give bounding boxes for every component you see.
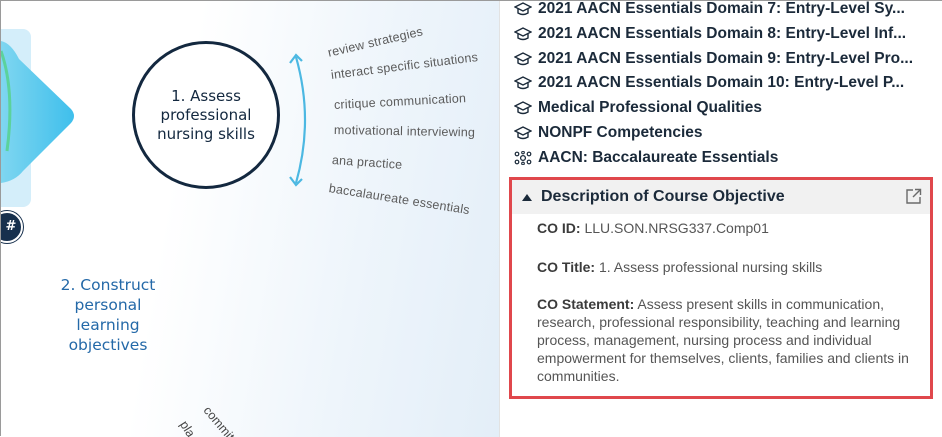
co-id-value: LLU.SON.NRSG337.Comp01 [584, 220, 769, 236]
course-objective-description: Description of Course Objective CO ID: L… [509, 177, 933, 399]
course-objective-node-2[interactable]: 2. Construct personal learning objective… [41, 275, 175, 355]
co-id-field: CO ID: LLU.SON.NRSG337.Comp01 [537, 219, 932, 237]
graduation-cap-icon [514, 2, 532, 16]
network-icon [514, 151, 532, 165]
list-item-nonpf-competencies[interactable]: NONPF Competencies [514, 121, 703, 145]
list-item-label: 2021 AACN Essentials Domain 7: Entry-Lev… [538, 0, 905, 17]
graduation-cap-icon [514, 27, 532, 41]
list-item-aacn-domain-10[interactable]: 2021 AACN Essentials Domain 10: Entry-Le… [514, 71, 904, 95]
list-item-aacn-domain-8[interactable]: 2021 AACN Essentials Domain 8: Entry-Lev… [514, 22, 906, 46]
list-item-aacn-baccalaureate-essentials[interactable]: AACN: Baccalaureate Essentials [514, 146, 778, 170]
bracket-arc-icon [289, 53, 307, 187]
description-header[interactable]: Description of Course Objective [512, 180, 930, 214]
co-statement-field: CO Statement: Assess present skills in c… [537, 295, 932, 385]
leaf-critique-communication[interactable]: critique communication [334, 91, 467, 112]
co-statement-label: CO Statement: [537, 296, 635, 312]
co-title-field: CO Title: 1. Assess professional nursing… [537, 258, 932, 276]
details-panel: 2021 AACN Essentials Domain 7: Entry-Lev… [499, 0, 942, 437]
leaf-commit[interactable]: commit [201, 404, 238, 437]
list-item-aacn-domain-7[interactable]: 2021 AACN Essentials Domain 7: Entry-Lev… [514, 0, 905, 21]
graduation-cap-icon [514, 76, 532, 90]
popout-icon[interactable] [905, 188, 922, 205]
leaf-motivational-interviewing[interactable]: motivational interviewing [334, 123, 475, 139]
list-item-label: 2021 AACN Essentials Domain 9: Entry-Lev… [538, 50, 913, 67]
graduation-cap-icon [514, 101, 532, 115]
co-title-value: 1. Assess professional nursing skills [598, 259, 823, 275]
list-item-aacn-domain-9[interactable]: 2021 AACN Essentials Domain 9: Entry-Lev… [514, 47, 913, 71]
list-item-label: NONPF Competencies [538, 124, 703, 141]
mind-map-canvas[interactable]: # 1. Assess professional nursing skills … [1, 1, 499, 437]
course-objective-node[interactable]: 1. Assess professional nursing skills [132, 41, 280, 189]
hash-badge[interactable]: # [1, 211, 23, 243]
list-item-medical-professional-qualities[interactable]: Medical Professional Qualities [514, 96, 762, 120]
collapse-triangle-icon[interactable] [522, 193, 532, 201]
leaf-ana-practice[interactable]: ana practice [332, 153, 403, 172]
leaf-pla[interactable]: pla [177, 418, 198, 437]
arrow-node-icon[interactable] [1, 31, 76, 201]
graduation-cap-icon [514, 52, 532, 66]
description-title: Description of Course Objective [541, 188, 785, 205]
co-id-label: CO ID: [537, 220, 581, 236]
list-item-label: Medical Professional Qualities [538, 99, 762, 116]
leaf-baccalaureate-essentials[interactable]: baccalaureate essentials [328, 181, 471, 217]
list-item-label: AACN: Baccalaureate Essentials [538, 149, 779, 166]
list-item-label: 2021 AACN Essentials Domain 8: Entry-Lev… [538, 25, 907, 42]
leaf-interact-specific-situations[interactable]: interact specific situations [330, 50, 479, 82]
list-item-label: 2021 AACN Essentials Domain 10: Entry-Le… [538, 74, 905, 91]
co-title-label: CO Title: [537, 259, 596, 275]
leaf-review-strategies[interactable]: review strategies [326, 24, 424, 60]
graduation-cap-icon [514, 126, 532, 140]
